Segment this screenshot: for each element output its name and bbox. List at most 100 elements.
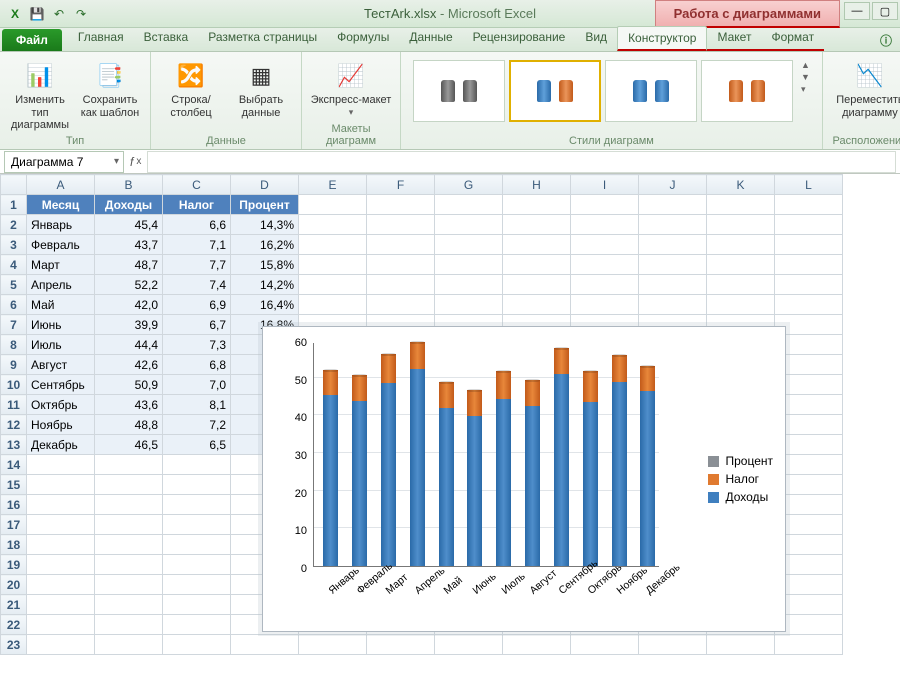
tab-главная[interactable]: Главная — [68, 26, 134, 51]
cell[interactable] — [707, 295, 775, 315]
cell[interactable]: 14,2% — [231, 275, 299, 295]
row-header-23[interactable]: 23 — [1, 635, 27, 655]
cell[interactable] — [27, 615, 95, 635]
cell[interactable] — [707, 215, 775, 235]
row-header-10[interactable]: 10 — [1, 375, 27, 395]
cell[interactable] — [163, 615, 231, 635]
cell[interactable] — [95, 615, 163, 635]
cell[interactable] — [95, 635, 163, 655]
cell[interactable] — [775, 255, 843, 275]
cell[interactable]: Октябрь — [27, 395, 95, 415]
cell[interactable] — [299, 295, 367, 315]
cell[interactable] — [435, 235, 503, 255]
cell[interactable] — [27, 455, 95, 475]
row-header-20[interactable]: 20 — [1, 575, 27, 595]
cell[interactable] — [231, 635, 299, 655]
cell[interactable] — [639, 235, 707, 255]
tab-формат[interactable]: Формат — [761, 26, 824, 51]
styles-scroll-up[interactable]: ▲ — [801, 60, 810, 70]
cell[interactable]: Март — [27, 255, 95, 275]
cell[interactable] — [503, 255, 571, 275]
cell[interactable] — [95, 595, 163, 615]
cell[interactable] — [367, 235, 435, 255]
col-header-F[interactable]: F — [367, 175, 435, 195]
cell[interactable]: Май — [27, 295, 95, 315]
cell[interactable] — [503, 215, 571, 235]
cell[interactable]: 39,9 — [95, 315, 163, 335]
header-cell[interactable]: Налог — [163, 195, 231, 215]
chart-style-2[interactable] — [509, 60, 601, 122]
cell[interactable] — [707, 195, 775, 215]
row-header-11[interactable]: 11 — [1, 395, 27, 415]
cell[interactable]: 52,2 — [95, 275, 163, 295]
cell[interactable] — [95, 575, 163, 595]
formula-input[interactable] — [147, 151, 896, 173]
cell[interactable] — [95, 455, 163, 475]
cell[interactable]: 6,7 — [163, 315, 231, 335]
save-icon[interactable]: 💾 — [28, 5, 46, 23]
tab-вид[interactable]: Вид — [575, 26, 617, 51]
cell[interactable]: 7,3 — [163, 335, 231, 355]
cell[interactable] — [299, 195, 367, 215]
cell[interactable] — [571, 635, 639, 655]
file-tab[interactable]: Файл — [2, 29, 62, 51]
cell[interactable]: Июль — [27, 335, 95, 355]
cell[interactable] — [775, 295, 843, 315]
cell[interactable]: 15,8% — [231, 255, 299, 275]
cell[interactable] — [299, 255, 367, 275]
cell[interactable] — [163, 595, 231, 615]
cell[interactable] — [775, 235, 843, 255]
legend-item[interactable]: Доходы — [708, 490, 773, 504]
row-header-19[interactable]: 19 — [1, 555, 27, 575]
row-header-12[interactable]: 12 — [1, 415, 27, 435]
cell[interactable]: 6,9 — [163, 295, 231, 315]
cell[interactable] — [95, 535, 163, 555]
cell[interactable] — [95, 515, 163, 535]
cell[interactable] — [775, 215, 843, 235]
cell[interactable] — [163, 515, 231, 535]
styles-scroll-down[interactable]: ▼ — [801, 72, 810, 82]
cell[interactable]: 6,8 — [163, 355, 231, 375]
cell[interactable] — [639, 255, 707, 275]
name-box[interactable]: Диаграмма 7 — [4, 151, 124, 173]
row-header-17[interactable]: 17 — [1, 515, 27, 535]
move-chart-button[interactable]: 📉 Переместить диаграмму — [831, 60, 900, 119]
cell[interactable] — [775, 635, 843, 655]
cell[interactable] — [27, 515, 95, 535]
tab-формулы[interactable]: Формулы — [327, 26, 399, 51]
tab-вставка[interactable]: Вставка — [134, 26, 199, 51]
cell[interactable] — [435, 215, 503, 235]
help-icon[interactable]: ⓘ — [880, 32, 892, 49]
cell[interactable]: Ноябрь — [27, 415, 95, 435]
chart-style-1[interactable] — [413, 60, 505, 122]
cell[interactable]: Апрель — [27, 275, 95, 295]
cell[interactable] — [27, 575, 95, 595]
cell[interactable]: 46,5 — [95, 435, 163, 455]
tab-данные[interactable]: Данные — [399, 26, 462, 51]
cell[interactable] — [27, 635, 95, 655]
cell[interactable] — [639, 275, 707, 295]
cell[interactable]: 43,7 — [95, 235, 163, 255]
tab-разметка страницы[interactable]: Разметка страницы — [198, 26, 327, 51]
cell[interactable] — [775, 275, 843, 295]
row-header-6[interactable]: 6 — [1, 295, 27, 315]
redo-icon[interactable]: ↷ — [72, 5, 90, 23]
cell[interactable] — [639, 635, 707, 655]
cell[interactable]: Август — [27, 355, 95, 375]
chart-tools-context-tab[interactable]: Работа с диаграммами — [655, 0, 840, 28]
chart-legend[interactable]: ПроцентНалогДоходы — [708, 450, 773, 508]
cell[interactable]: 14,3% — [231, 215, 299, 235]
cell[interactable] — [163, 475, 231, 495]
cell[interactable] — [163, 575, 231, 595]
cell[interactable] — [707, 635, 775, 655]
cell[interactable] — [27, 595, 95, 615]
cell[interactable]: Февраль — [27, 235, 95, 255]
col-header-L[interactable]: L — [775, 175, 843, 195]
cell[interactable] — [707, 275, 775, 295]
row-header-14[interactable]: 14 — [1, 455, 27, 475]
maximize-button[interactable]: ▢ — [872, 2, 898, 20]
cell[interactable] — [435, 255, 503, 275]
cell[interactable] — [435, 635, 503, 655]
cell[interactable]: Январь — [27, 215, 95, 235]
col-header-H[interactable]: H — [503, 175, 571, 195]
